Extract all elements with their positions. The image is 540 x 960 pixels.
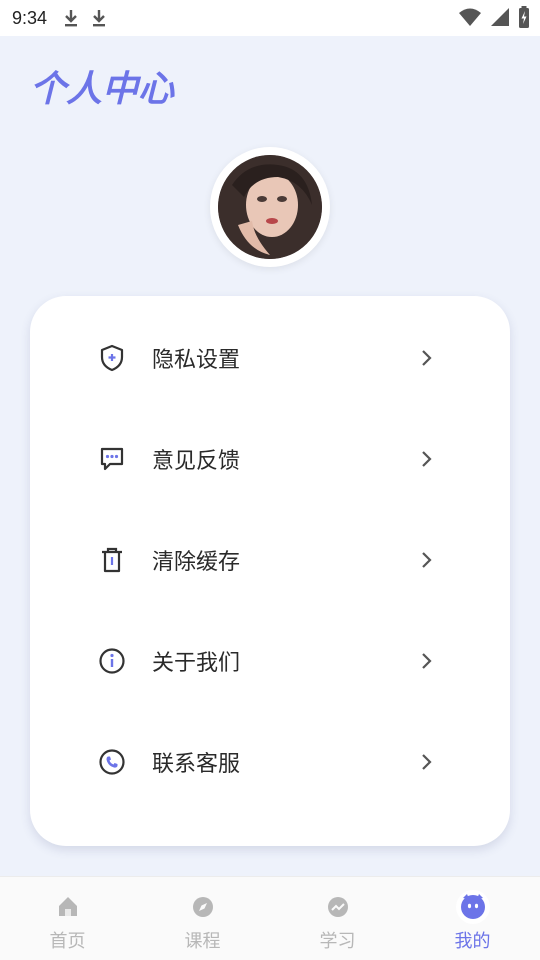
menu-item-label: 意见反馈: [152, 449, 241, 474]
chevron-right-icon: [416, 550, 436, 570]
avatar-portrait: [218, 155, 322, 259]
signal-icon: [491, 8, 509, 26]
nav-item-mine[interactable]: 我的: [405, 877, 540, 960]
download-icon: [65, 10, 78, 27]
status-right: [458, 6, 530, 28]
menu-item-label: 清除缓存: [152, 550, 241, 575]
menu-item-clear-cache[interactable]: 清除缓存: [30, 510, 510, 610]
nav-label: 学习: [319, 931, 356, 952]
status-bar: 9:34: [0, 0, 540, 36]
chevron-right-icon: [416, 651, 436, 671]
menu-item-label: 关于我们: [152, 651, 241, 676]
chevron-right-icon: [416, 752, 436, 772]
menu-item-about-us[interactable]: 关于我们: [30, 611, 510, 711]
trash-icon: [96, 544, 128, 576]
menu-card: 隐私设置 意见反馈 清除缓存 关于我们 联系客服: [30, 296, 510, 846]
nav-item-home[interactable]: 首页: [0, 877, 135, 960]
bottom-nav: 首页 课程 学习 我的: [0, 876, 540, 960]
status-time: 9:34: [12, 7, 48, 28]
mascot-icon: [455, 889, 491, 925]
phone-icon: [96, 746, 128, 778]
menu-item-customer-service[interactable]: 联系客服: [30, 712, 510, 812]
menu-item-label: 联系客服: [152, 752, 241, 777]
menu-item-privacy-settings[interactable]: 隐私设置: [30, 308, 510, 408]
status-downloads: [63, 8, 107, 28]
nav-label: 课程: [184, 931, 221, 952]
nav-label: 首页: [49, 931, 86, 952]
menu-item-label: 隐私设置: [152, 348, 241, 373]
download-icon: [93, 10, 106, 27]
chevron-right-icon: [416, 449, 436, 469]
home-icon: [56, 895, 80, 919]
chevron-right-icon: [416, 348, 436, 368]
chat-icon: [96, 443, 128, 475]
shield-icon: [96, 342, 128, 374]
battery-icon: [519, 6, 529, 28]
nav-label: 我的: [454, 931, 491, 952]
page-title: 个人中心: [30, 69, 175, 110]
avatar[interactable]: [210, 147, 330, 267]
compass-icon: [191, 895, 215, 919]
info-icon: [96, 645, 128, 677]
chart-icon: [326, 895, 350, 919]
wifi-icon: [459, 8, 481, 26]
nav-item-study[interactable]: 学习: [270, 877, 405, 960]
menu-item-feedback[interactable]: 意见反馈: [30, 409, 510, 509]
avatar-image: [218, 155, 322, 259]
nav-item-courses[interactable]: 课程: [135, 877, 270, 960]
